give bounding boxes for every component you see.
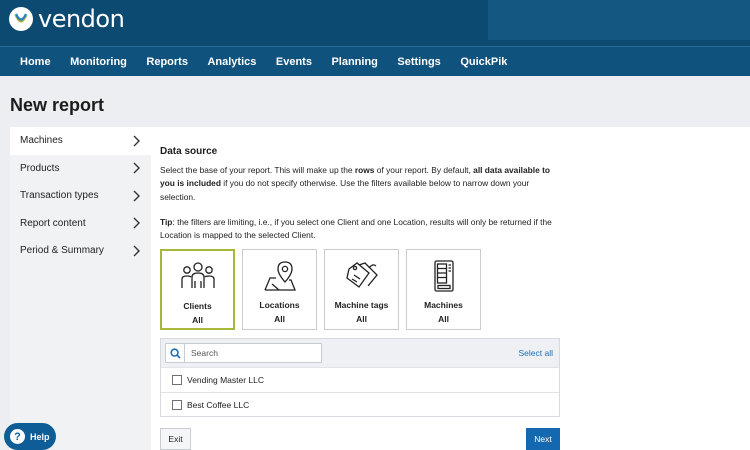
sidebar-item-label: Report content	[20, 217, 86, 229]
logo-text-suffix: on	[95, 5, 125, 33]
search-input[interactable]	[185, 343, 322, 363]
vendon-logo-icon	[9, 7, 33, 31]
main-nav: Home Monitoring Reports Analytics Events…	[0, 46, 750, 76]
sidebar-item-machines[interactable]: Machines	[10, 127, 151, 155]
help-button[interactable]: ? Help	[4, 423, 56, 450]
nav-monitoring[interactable]: Monitoring	[70, 56, 127, 68]
nav-quickpik[interactable]: QuickPik	[460, 56, 507, 68]
sidebar-item-products[interactable]: Products	[10, 155, 151, 183]
card-name: Locations	[259, 300, 300, 310]
filter-tip: Tip: the filters are limiting, i.e., if …	[160, 216, 565, 243]
desc-part-1: Select the base of your report. This wil…	[160, 165, 355, 175]
card-machine-tags[interactable]: Machine tags All	[324, 249, 399, 330]
vendon-logo[interactable]: vendon	[8, 5, 125, 33]
sidebar-item-label: Transaction types	[20, 190, 99, 202]
section-title: Data source	[160, 146, 218, 157]
tags-icon	[345, 262, 378, 288]
nav-analytics[interactable]: Analytics	[207, 56, 256, 68]
sidebar-item-report-content[interactable]: Report content	[10, 210, 151, 238]
location-pin-icon	[263, 261, 296, 291]
report-main-panel: Data source Select the base of your repo…	[151, 127, 750, 450]
desc-rows: rows	[354, 165, 375, 175]
help-icon: ?	[10, 429, 25, 444]
chevron-right-icon	[133, 135, 140, 147]
exit-button[interactable]: Exit	[160, 428, 191, 450]
sidebar-item-label: Products	[20, 162, 60, 174]
search-bar	[165, 343, 322, 363]
chevron-right-icon	[133, 190, 140, 202]
clients-icon	[180, 262, 215, 288]
list-item-label: Vending Master LLC	[187, 375, 265, 385]
chevron-right-icon	[133, 217, 140, 229]
logo-text-prefix: vend	[38, 5, 96, 33]
logo-wordmark: vendon	[38, 5, 125, 33]
nav-events[interactable]: Events	[276, 56, 312, 68]
report-steps-sidebar: Machines Products Transaction types Repo…	[10, 127, 151, 450]
chevron-right-icon	[133, 245, 140, 257]
list-header: Select all	[161, 339, 559, 367]
sidebar-item-label: Period & Summary	[20, 245, 104, 257]
top-header: vendon	[0, 0, 750, 46]
checkbox[interactable]	[172, 400, 182, 410]
card-value: All	[274, 314, 285, 324]
card-name: Clients	[183, 301, 212, 311]
select-all-link[interactable]: Select all	[519, 348, 554, 358]
checkbox[interactable]	[172, 375, 182, 385]
card-name: Machine tags	[334, 300, 389, 310]
card-value: All	[192, 315, 203, 325]
data-source-description: Select the base of your report. This wil…	[160, 164, 565, 204]
client-list: Select all Vending Master LLC Best Coffe…	[160, 338, 560, 417]
nav-home[interactable]: Home	[20, 56, 51, 68]
card-name: Machines	[424, 300, 463, 310]
chevron-right-icon	[133, 162, 140, 174]
next-button[interactable]: Next	[526, 428, 560, 450]
search-icon	[169, 347, 181, 359]
nav-planning[interactable]: Planning	[331, 56, 377, 68]
card-clients[interactable]: Clients All	[160, 249, 235, 330]
help-label: Help	[30, 431, 50, 442]
list-item[interactable]: Best Coffee LLC	[161, 392, 559, 417]
tip-text: : the filters are limiting, i.e., if you…	[160, 217, 552, 241]
sidebar-item-period-summary[interactable]: Period & Summary	[10, 237, 151, 265]
sidebar-item-transaction-types[interactable]: Transaction types	[10, 182, 151, 210]
vending-machine-icon	[433, 260, 454, 292]
data-source-cards: Clients All Locations All Machine tags A…	[160, 249, 481, 330]
nav-reports[interactable]: Reports	[146, 56, 188, 68]
list-item[interactable]: Vending Master LLC	[161, 367, 559, 392]
card-value: All	[356, 314, 367, 324]
search-button[interactable]	[165, 343, 185, 363]
header-right-panel	[488, 0, 750, 40]
card-value: All	[438, 314, 449, 324]
page-title: New report	[10, 95, 105, 115]
nav-settings[interactable]: Settings	[397, 56, 440, 68]
card-machines[interactable]: Machines All	[406, 249, 481, 330]
desc-part-2: of your report. By default,	[374, 165, 474, 175]
tip-label: Tip	[160, 217, 173, 227]
list-item-label: Best Coffee LLC	[187, 400, 250, 410]
sidebar-item-label: Machines	[20, 135, 63, 147]
card-locations[interactable]: Locations All	[242, 249, 317, 330]
